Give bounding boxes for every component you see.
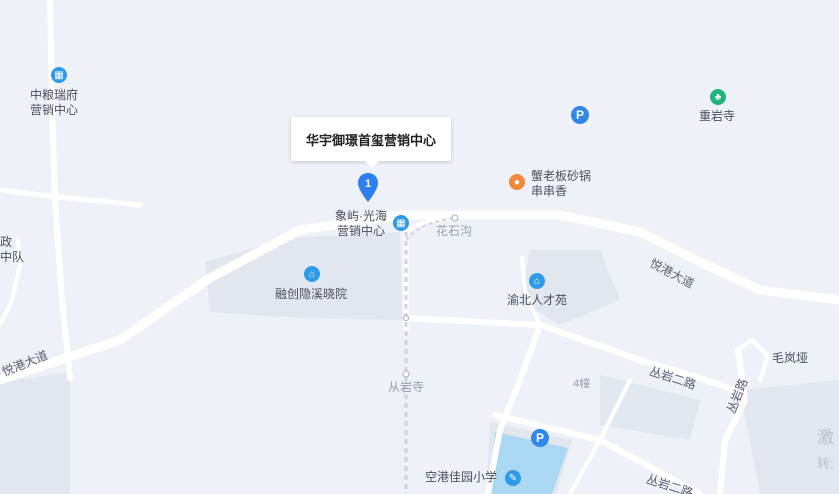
place-label: 毛岚垭 <box>772 351 809 365</box>
poi-label-line: 政 <box>0 235 13 249</box>
station-dot <box>402 370 410 378</box>
residence-icon[interactable]: ⌂ <box>529 273 545 289</box>
residence-icon[interactable]: ⌂ <box>304 266 320 282</box>
parking-icon[interactable]: P <box>531 429 549 447</box>
poi-label-line: 中队 <box>0 250 25 264</box>
poi-label-xiangyu[interactable]: 象屿·光海 营销中心 <box>335 209 387 239</box>
poi-label-line: 融创隐溪晓院 <box>275 287 348 301</box>
place-label: 从岩寺 <box>388 380 425 394</box>
poi-label-line: 空港佳园小学 <box>425 470 498 484</box>
building-icon[interactable]: ▦ <box>51 67 67 83</box>
poi-label-line: 蟹老板砂锅 <box>531 169 592 183</box>
poi-label-line: 中粮瑞府 <box>30 88 79 102</box>
poi-label-yubei-rencai[interactable]: 渝北人才苑 <box>507 293 567 308</box>
poi-label-line: 营销中心 <box>30 103 79 117</box>
poi-label-chongyan-temple[interactable]: 重岩寺 <box>699 109 735 124</box>
place-label: 激 <box>817 428 834 447</box>
poi-label-xielaoban[interactable]: 蟹老板砂锅 串串香 <box>531 169 591 199</box>
parking-icon[interactable]: P <box>571 106 589 124</box>
location-marker-icon[interactable]: 1 <box>357 172 379 204</box>
place-label: 转; <box>817 456 834 471</box>
food-icon[interactable]: ● <box>509 174 525 190</box>
marker-number: 1 <box>365 178 371 190</box>
temple-icon[interactable]: ♣ <box>710 89 726 105</box>
place-label: 4幢 <box>573 378 591 390</box>
poi-label-line: 串串香 <box>531 184 568 198</box>
roads <box>0 0 839 494</box>
place-label: 花石沟 <box>436 224 473 238</box>
school-icon[interactable]: ✎ <box>505 470 521 486</box>
poi-label-konggang-school[interactable]: 空港佳园小学 <box>425 470 497 485</box>
poi-label-line: 重岩寺 <box>699 109 736 123</box>
poi-label-zhongliang[interactable]: 中粮瑞府 营销中心 <box>30 88 78 118</box>
block <box>0 372 70 494</box>
poi-label-line: 营销中心 <box>336 224 385 238</box>
station-dot <box>403 315 409 321</box>
map-canvas[interactable]: ▦ ♣ ● ▦ ⌂ ⌂ ✎ P P 中粮瑞府 营销中心 重岩寺 蟹老板砂锅 串串… <box>0 0 839 494</box>
selected-place-callout[interactable]: 华宇御璟首玺营销中心 <box>291 117 451 168</box>
poi-label-rongchuang[interactable]: 融创隐溪晓院 <box>275 287 347 302</box>
building-icon[interactable]: ▦ <box>393 215 409 231</box>
poi-label-line: 象屿·光海 <box>335 209 387 223</box>
poi-label-line: 渝北人才苑 <box>507 293 568 307</box>
map-base-layer <box>0 0 839 494</box>
selected-place-name: 华宇御璟首玺营销中心 <box>305 132 436 148</box>
station-dot <box>451 214 459 222</box>
poi-label-zhengzhi[interactable]: 政 中队 <box>0 235 24 265</box>
